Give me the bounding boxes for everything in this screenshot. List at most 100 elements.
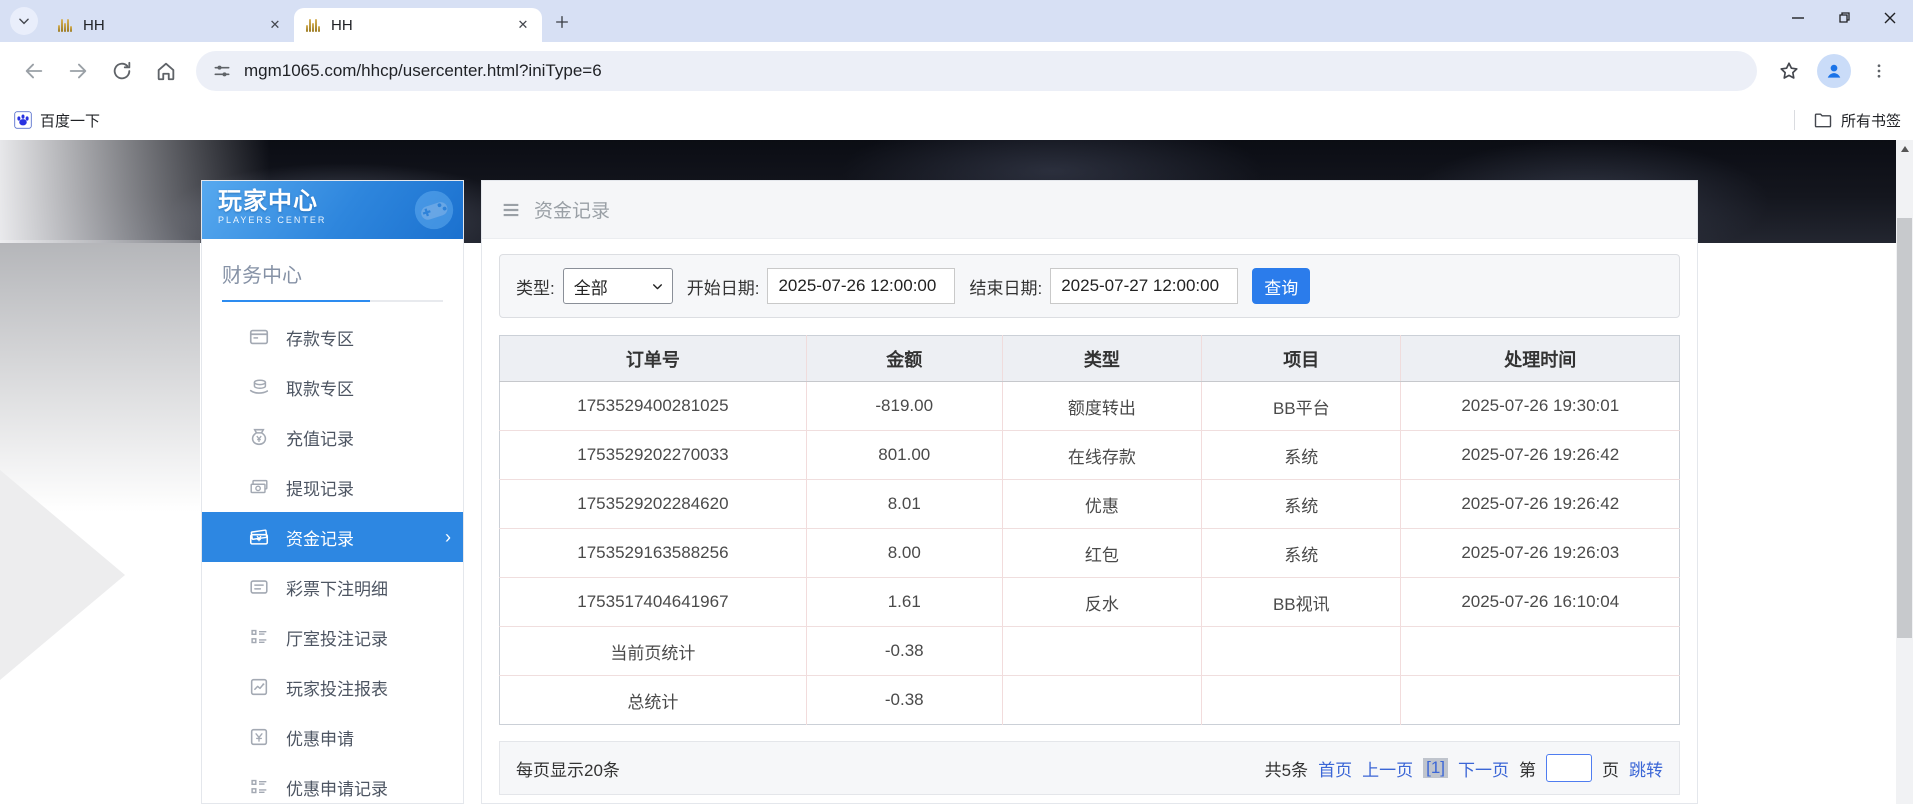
scrollbar-thumb[interactable] bbox=[1897, 218, 1912, 638]
table-cell: 1753529202270033 bbox=[500, 431, 807, 480]
page-jump-input[interactable] bbox=[1546, 754, 1592, 782]
page-scrollbar[interactable] bbox=[1896, 140, 1913, 804]
total-count-text: 共5条 bbox=[1265, 756, 1308, 781]
site-favicon bbox=[306, 18, 322, 32]
gamepad-icon bbox=[411, 187, 457, 233]
table-row: 17535291635882568.00红包系统2025-07-26 19:26… bbox=[500, 529, 1680, 578]
home-button[interactable] bbox=[149, 54, 183, 88]
start-date-label: 开始日期: bbox=[687, 274, 760, 299]
table-cell: 2025-07-26 19:26:03 bbox=[1401, 529, 1680, 578]
gift-yuan-icon bbox=[248, 726, 270, 748]
window-close-button[interactable] bbox=[1867, 0, 1913, 36]
table-cell: 在线存款 bbox=[1002, 431, 1201, 480]
chevron-right-icon: › bbox=[445, 527, 451, 548]
table-row: 1753529400281025-819.00额度转出BB平台2025-07-2… bbox=[500, 382, 1680, 431]
wallet-icon bbox=[248, 526, 270, 548]
column-header: 订单号 bbox=[500, 336, 807, 382]
table-cell: 1753529400281025 bbox=[500, 382, 807, 431]
search-button[interactable]: 查询 bbox=[1252, 268, 1310, 304]
sidebar-item-deposit-zone[interactable]: 存款专区 bbox=[202, 312, 463, 362]
site-favicon bbox=[58, 18, 74, 32]
jump-button[interactable]: 跳转 bbox=[1629, 756, 1663, 781]
address-bar[interactable]: mgm1065.com/hhcp/usercenter.html?iniType… bbox=[196, 51, 1757, 91]
current-page-indicator: [1] bbox=[1423, 758, 1448, 778]
folder-icon bbox=[1813, 110, 1833, 130]
profile-avatar[interactable] bbox=[1817, 54, 1851, 88]
first-page-link[interactable]: 首页 bbox=[1318, 756, 1352, 781]
table-footer: 每页显示20条 共5条 首页 上一页 [1] 下一页 第 页 跳转 bbox=[499, 741, 1680, 795]
end-date-input[interactable] bbox=[1050, 268, 1238, 304]
sidebar-item-funds-record[interactable]: 资金记录› bbox=[202, 512, 463, 562]
table-cell: 1.61 bbox=[806, 578, 1002, 627]
close-icon bbox=[1883, 11, 1897, 25]
table-row: 17535174046419671.61反水BB视讯2025-07-26 16:… bbox=[500, 578, 1680, 627]
table-cell bbox=[1202, 676, 1401, 725]
table-cell: 红包 bbox=[1002, 529, 1201, 578]
table-cell: 系统 bbox=[1202, 431, 1401, 480]
table-cell: 反水 bbox=[1002, 578, 1201, 627]
plus-icon bbox=[554, 14, 570, 30]
table-cell: 额度转出 bbox=[1002, 382, 1201, 431]
browser-menu-button[interactable] bbox=[1862, 54, 1896, 88]
sidebar-item-player-report[interactable]: 玩家投注报表 bbox=[202, 662, 463, 712]
forward-button[interactable] bbox=[61, 54, 95, 88]
type-select[interactable]: 全部 bbox=[563, 268, 673, 304]
bookmark-star-button[interactable] bbox=[1772, 54, 1806, 88]
minimize-icon bbox=[1791, 11, 1805, 25]
sidebar-item-recharge-record[interactable]: 充值记录 bbox=[202, 412, 463, 462]
tab-active[interactable]: HH ✕ bbox=[294, 8, 542, 42]
site-settings-tune-icon[interactable] bbox=[212, 61, 232, 81]
table-cell bbox=[1002, 676, 1201, 725]
table-cell: BB平台 bbox=[1202, 382, 1401, 431]
browser-toolbar: mgm1065.com/hhcp/usercenter.html?iniType… bbox=[0, 42, 1913, 100]
table-cell: 系统 bbox=[1202, 480, 1401, 529]
all-bookmarks-button[interactable]: 所有书签 bbox=[1841, 110, 1901, 131]
url-text[interactable]: mgm1065.com/hhcp/usercenter.html?iniType… bbox=[244, 61, 602, 81]
table-cell: 2025-07-26 16:10:04 bbox=[1401, 578, 1680, 627]
table-cell bbox=[1202, 627, 1401, 676]
new-tab-button[interactable] bbox=[548, 8, 576, 36]
window-minimize-button[interactable] bbox=[1775, 0, 1821, 36]
filter-bar: 类型: 全部 开始日期: 结束日期: 查询 bbox=[499, 254, 1680, 318]
arrow-right-icon bbox=[67, 60, 89, 82]
sidebar-item-label: 彩票下注明细 bbox=[286, 575, 388, 600]
hamburger-menu-icon[interactable] bbox=[500, 199, 522, 221]
sidebar-item-promo-record[interactable]: 优惠申请记录 bbox=[202, 762, 463, 804]
back-button[interactable] bbox=[17, 54, 51, 88]
hand-coin-icon bbox=[248, 376, 270, 398]
sidebar-item-withdraw-record[interactable]: 提现记录 bbox=[202, 462, 463, 512]
sidebar-item-withdraw-zone[interactable]: 取款专区 bbox=[202, 362, 463, 412]
home-icon bbox=[155, 60, 177, 82]
bookmark-label: 百度一下 bbox=[40, 110, 100, 131]
table-cell bbox=[1002, 627, 1201, 676]
tab-close-icon[interactable]: ✕ bbox=[266, 16, 284, 34]
page-content: 玩家中心 PLAYERS CENTER 财务中心 存款专区取款专区充值记录提现记… bbox=[0, 140, 1913, 804]
start-date-input[interactable] bbox=[767, 268, 955, 304]
tab-close-icon[interactable]: ✕ bbox=[514, 16, 532, 34]
reload-button[interactable] bbox=[105, 54, 139, 88]
next-page-link[interactable]: 下一页 bbox=[1458, 756, 1509, 781]
decor-triangle bbox=[0, 470, 125, 680]
sidebar-item-label: 优惠申请记录 bbox=[286, 775, 388, 800]
sidebar-item-label: 提现记录 bbox=[286, 475, 354, 500]
tab-search-button[interactable] bbox=[10, 7, 38, 35]
tab-inactive[interactable]: HH ✕ bbox=[46, 8, 294, 42]
bookmark-baidu[interactable]: 百度一下 bbox=[14, 110, 100, 131]
scrollbar-up-arrow-icon[interactable] bbox=[1896, 140, 1913, 158]
jump-suffix-label: 页 bbox=[1602, 756, 1619, 781]
sidebar-item-promo-apply[interactable]: 优惠申请 bbox=[202, 712, 463, 762]
table-cell: BB视讯 bbox=[1202, 578, 1401, 627]
table-cell: 801.00 bbox=[806, 431, 1002, 480]
chevron-down-icon bbox=[651, 280, 664, 293]
sidebar-section: 财务中心 bbox=[202, 239, 463, 302]
sidebar-section-title: 财务中心 bbox=[222, 259, 443, 288]
window-restore-button[interactable] bbox=[1821, 0, 1867, 36]
list-card-icon bbox=[248, 576, 270, 598]
chevron-down-icon bbox=[17, 14, 31, 28]
table-cell: 2025-07-26 19:30:01 bbox=[1401, 382, 1680, 431]
sidebar-item-lottery-detail[interactable]: 彩票下注明细 bbox=[202, 562, 463, 612]
prev-page-link[interactable]: 上一页 bbox=[1362, 756, 1413, 781]
arrow-left-icon bbox=[23, 60, 45, 82]
sidebar-item-hall-bet-record[interactable]: 厅室投注记录 bbox=[202, 612, 463, 662]
pagination: 共5条 首页 上一页 [1] 下一页 第 页 跳转 bbox=[1265, 754, 1663, 782]
